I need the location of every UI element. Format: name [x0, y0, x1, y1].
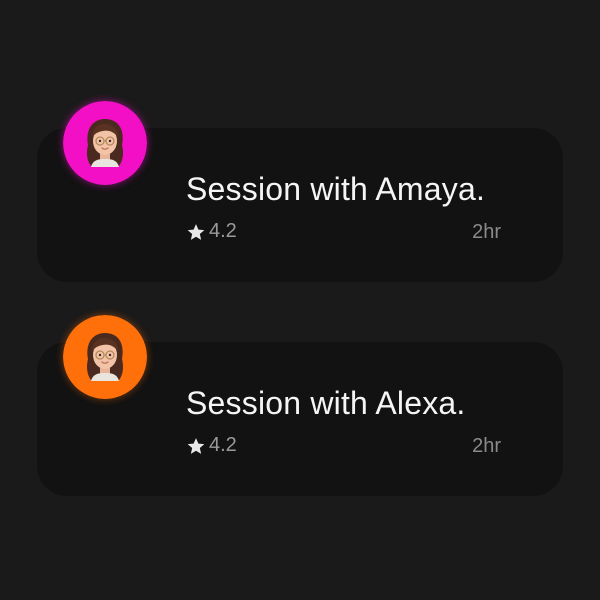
star-icon — [186, 222, 206, 242]
session-title: Session with Alexa. — [186, 385, 466, 421]
rating: 4.2 — [186, 434, 237, 457]
avatar — [63, 101, 147, 185]
session-card[interactable]: Session with Alexa. 4.2 2hr — [37, 315, 563, 496]
session-duration: 2hr — [472, 435, 501, 457]
rating: 4.2 — [186, 220, 237, 243]
memoji-avatar-icon — [63, 101, 147, 185]
session-title: Session with Amaya. — [186, 171, 486, 207]
memoji-avatar-icon — [63, 315, 147, 399]
star-icon — [186, 436, 206, 456]
avatar — [63, 315, 147, 399]
rating-value: 4.2 — [209, 220, 237, 242]
session-duration: 2hr — [472, 221, 501, 243]
rating-value: 4.2 — [209, 434, 237, 456]
session-card[interactable]: Session with Amaya. 4.2 2hr — [37, 101, 563, 282]
